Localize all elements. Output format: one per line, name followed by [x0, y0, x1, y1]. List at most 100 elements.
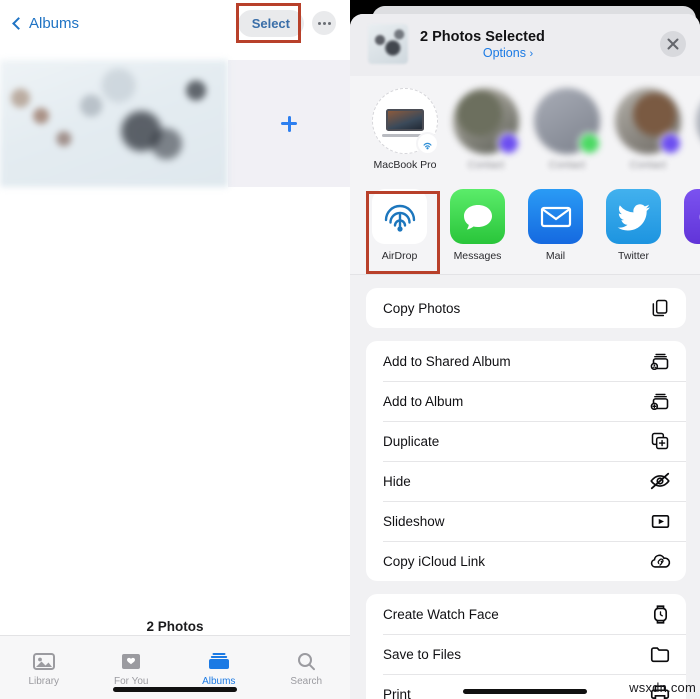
ellipsis-dot: [322, 21, 326, 25]
airdrop-badge-icon: [416, 132, 439, 155]
share-app-twitter[interactable]: Twitter: [606, 189, 661, 262]
share-sheet-title: 2 Photos Selected: [420, 28, 545, 45]
plus-icon: [281, 115, 297, 132]
mail-icon: [528, 189, 583, 244]
action-create-watch-face[interactable]: Create Watch Face: [366, 594, 686, 634]
tab-label: For You: [114, 675, 149, 687]
messages-badge-icon: [578, 132, 601, 155]
for-you-icon: [120, 649, 142, 671]
contact-name: Contact: [629, 159, 667, 171]
app-badge-icon: [659, 132, 682, 155]
contact-name: Contact: [696, 159, 700, 171]
action-copy-icloud-link[interactable]: Copy iCloud Link: [366, 541, 686, 581]
contact-name: Contact: [548, 159, 586, 171]
share-sheet-header: 2 Photos Selected Options ›: [350, 14, 700, 76]
airdrop-contacts-row: MacBook Pro Contact Contact Contact: [350, 76, 700, 179]
ellipsis-dot: [317, 21, 321, 25]
avatar: [453, 88, 520, 155]
contact-avatar: [696, 88, 700, 154]
app-badge-icon: [497, 132, 520, 155]
app-label: Twitter: [618, 250, 649, 262]
back-button-label: Albums: [29, 14, 80, 32]
avatar: [372, 88, 439, 155]
search-icon: [295, 649, 317, 671]
share-app-mail[interactable]: Mail: [528, 189, 583, 262]
airdrop-target-contact[interactable]: Contact: [534, 88, 601, 171]
photo-thumbnail[interactable]: [0, 60, 228, 187]
action-label: Hide: [383, 473, 411, 489]
add-album-icon: [649, 390, 671, 412]
home-indicator: [463, 689, 587, 694]
action-label: Print: [383, 686, 411, 699]
close-button[interactable]: [660, 31, 686, 57]
photo-count-label: 2 Photos: [146, 619, 204, 634]
more-apps-icon: [684, 189, 700, 244]
home-indicator: [113, 687, 237, 692]
more-options-button[interactable]: [312, 11, 336, 35]
shared-album-icon: [649, 350, 671, 372]
tab-label: Albums: [202, 675, 236, 687]
action-label: Add to Shared Album: [383, 353, 511, 369]
photos-app-panel: Albums Select 2 Photos Library For You A…: [0, 0, 350, 699]
copy-icon: [649, 297, 671, 319]
app-label: Mail: [545, 250, 566, 262]
folder-icon: [649, 643, 671, 665]
airdrop-target-contact[interactable]: Contact: [696, 88, 700, 171]
action-label: Create Watch Face: [383, 606, 499, 622]
sidebar-item-library[interactable]: Library: [0, 636, 88, 699]
action-label: Copy Photos: [383, 300, 461, 316]
action-slideshow[interactable]: Slideshow: [366, 501, 686, 541]
duplicate-icon: [649, 430, 671, 452]
action-add-to-album[interactable]: Add to Album: [366, 381, 686, 421]
action-label: Add to Album: [383, 393, 464, 409]
share-app-airdrop[interactable]: AirDrop: [372, 189, 427, 262]
photos-nav-actions: Select: [237, 9, 336, 37]
chevron-right-icon: ›: [529, 47, 534, 60]
action-add-to-shared-album[interactable]: Add to Shared Album: [366, 341, 686, 381]
action-label: Slideshow: [383, 513, 445, 529]
contact-name: MacBook Pro: [373, 159, 437, 171]
share-app-more[interactable]: [684, 189, 700, 262]
tab-label: Library: [28, 675, 60, 687]
action-label: Save to Files: [383, 646, 462, 662]
action-group: Add to Shared Album Add to Album Duplica…: [366, 341, 686, 581]
selected-photo-thumbnail: [368, 24, 408, 64]
options-label: Options: [482, 45, 526, 60]
app-label: AirDrop: [381, 250, 418, 262]
share-sheet-titles: 2 Photos Selected Options ›: [420, 29, 648, 60]
slideshow-icon: [649, 510, 671, 532]
sidebar-item-search[interactable]: Search: [263, 636, 351, 699]
share-app-messages[interactable]: Messages: [450, 189, 505, 262]
photos-tab-bar: Library For You Albums Search: [0, 635, 350, 699]
action-save-to-files[interactable]: Save to Files: [366, 634, 686, 674]
share-apps-row: AirDrop Messages Mail Twitter: [350, 179, 700, 275]
airdrop-target-contact[interactable]: Contact: [453, 88, 520, 171]
avatar: [534, 88, 601, 155]
photos-library-icon: [32, 649, 55, 671]
airdrop-target-contact[interactable]: Contact: [615, 88, 682, 171]
avatar: [615, 88, 682, 155]
action-label: Copy iCloud Link: [383, 553, 486, 569]
hide-eye-icon: [649, 470, 671, 492]
tab-label: Search: [290, 675, 323, 687]
close-icon: [667, 38, 679, 50]
chevron-left-icon: [12, 16, 25, 30]
add-photo-tile[interactable]: [228, 60, 350, 187]
action-copy-photos[interactable]: Copy Photos: [366, 288, 686, 328]
airdrop-target-macbook-pro[interactable]: MacBook Pro: [372, 88, 439, 171]
icloud-link-icon: [649, 550, 671, 572]
back-to-albums-button[interactable]: Albums: [12, 14, 80, 32]
messages-icon: [450, 189, 505, 244]
action-duplicate[interactable]: Duplicate: [366, 421, 686, 461]
share-sheet-panel: 2 Photos Selected Options › MacBook Pro …: [350, 0, 700, 699]
action-hide[interactable]: Hide: [366, 461, 686, 501]
ellipsis-dot: [327, 21, 331, 25]
share-sheet: 2 Photos Selected Options › MacBook Pro …: [350, 14, 700, 699]
app-label: Messages: [453, 250, 502, 262]
action-label: Duplicate: [383, 433, 440, 449]
contact-name: Contact: [467, 159, 505, 171]
options-button[interactable]: Options ›: [420, 46, 596, 60]
action-group: Copy Photos: [366, 288, 686, 328]
select-button[interactable]: Select: [237, 9, 304, 37]
airdrop-icon: [372, 189, 427, 244]
